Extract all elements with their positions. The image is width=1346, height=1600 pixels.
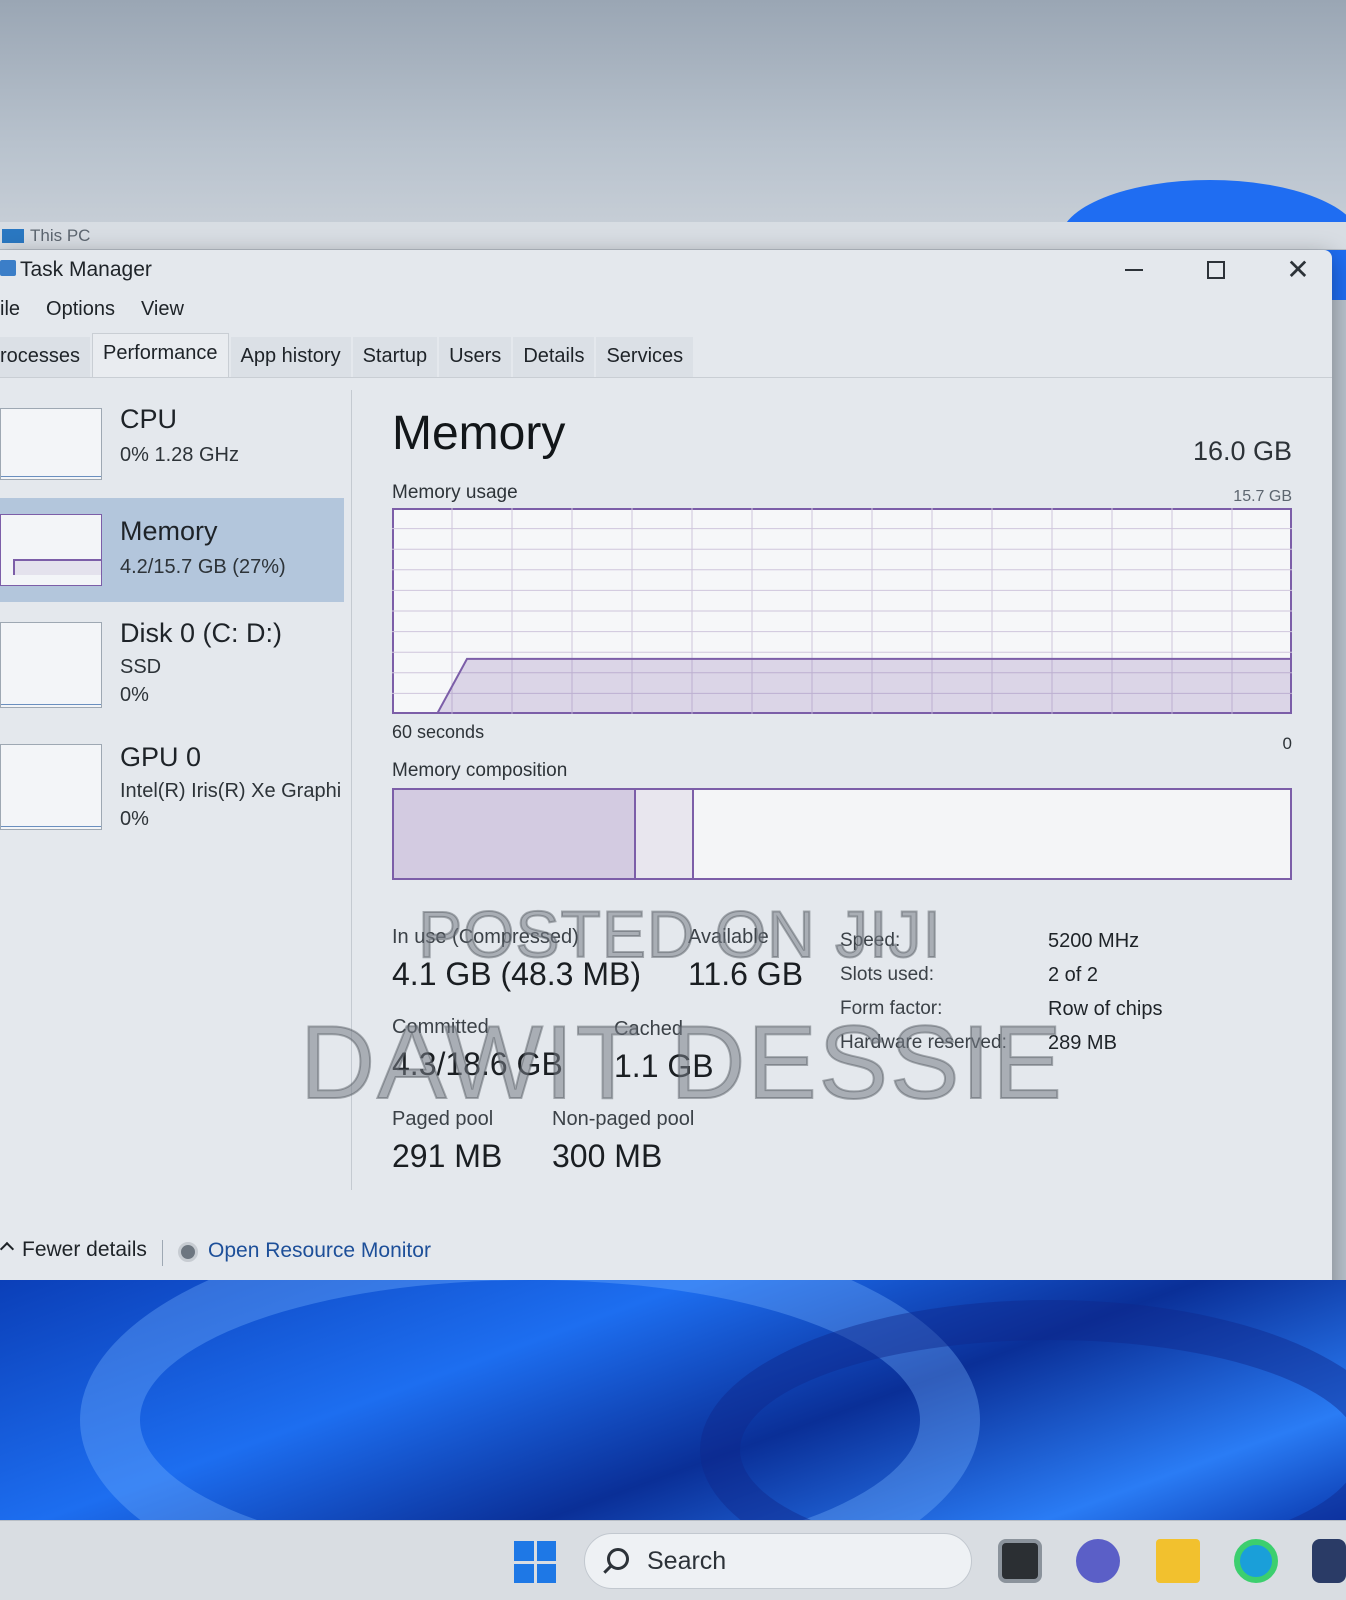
window-title: Task Manager [20,258,152,281]
nonpaged-pool-value: 300 MB [552,1138,663,1174]
memory-usage-svg [392,508,1292,714]
memory-composition-bar [392,788,1292,880]
start-tile [536,1541,556,1561]
edge-browser-icon[interactable] [1234,1539,1278,1583]
task-view-icon[interactable] [998,1539,1042,1583]
chat-icon[interactable] [1076,1539,1120,1583]
memory-usage-chart [392,508,1292,714]
open-resource-monitor-link[interactable]: Open Resource Monitor [208,1239,431,1263]
taskbar: Search [0,1520,1346,1600]
menu-file[interactable]: ile [0,294,33,328]
close-button[interactable]: ✕ [1258,250,1338,290]
cpu-thumbnail-graph [0,408,102,480]
background-window-title: This PC [30,226,91,245]
watermark-line-2: DAWIT DESSIE [299,1004,1064,1122]
start-tile [536,1563,556,1583]
footer-divider [162,1240,163,1266]
sidebar-item-detail: SSD [120,656,162,678]
maximize-button[interactable] [1176,250,1256,290]
gpu-thumbnail-line [1,826,101,827]
disk-thumbnail-graph [0,622,102,708]
fewer-details-button[interactable]: Fewer details [22,1238,147,1262]
minimize-button[interactable] [1094,250,1174,290]
memory-usage-area [392,658,1292,714]
paged-pool-value: 291 MB [392,1138,503,1174]
task-manager-window: Task Manager ✕ ile Options View rocesses… [0,250,1332,1328]
memory-composition-label: Memory composition [392,760,568,781]
tab-services[interactable]: Services [596,337,694,377]
chevron-up-icon [0,1241,15,1257]
sidebar-item-gpu[interactable]: GPU 0 Intel(R) Iris(R) Xe Graphi 0% [0,734,344,844]
composition-modified-segment [636,790,694,878]
sidebar-item-detail: Intel(R) Iris(R) Xe Graphi [120,780,342,802]
desktop-wallpaper-bottom [0,1280,1346,1520]
task-manager-icon [0,260,16,276]
sidebar-item-name: GPU 0 [120,742,202,772]
sidebar-item-cpu[interactable]: CPU 0% 1.28 GHz [0,390,344,490]
minimize-icon [1125,269,1143,271]
sidebar-item-memory[interactable]: Memory 4.2/15.7 GB (27%) [0,498,344,602]
memory-thumbnail-line [13,559,101,575]
form-factor-value: Row of chips [1048,998,1163,1020]
sidebar-item-detail: 0% 1.28 GHz [120,444,239,466]
file-explorer-icon[interactable] [1156,1539,1200,1583]
cpu-thumbnail-line [1,476,101,477]
tab-app-history[interactable]: App history [230,337,351,377]
gpu-thumbnail-graph [0,744,102,830]
memory-usage-label: Memory usage [392,482,518,503]
composition-in-use-segment [394,790,636,878]
sidebar-item-disk[interactable]: Disk 0 (C: D:) SSD 0% [0,612,344,722]
sidebar-item-name: Disk 0 (C: D:) [120,618,282,648]
memory-thumbnail-graph [0,514,102,586]
menu-view[interactable]: View [128,294,197,328]
page-title: Memory [392,407,566,460]
this-pc-icon [2,229,24,243]
menu-options[interactable]: Options [33,294,128,328]
tab-users[interactable]: Users [439,337,512,377]
background-window-titlebar[interactable]: This PC [0,222,1346,250]
tab-performance[interactable]: Performance [92,333,229,377]
tab-details[interactable]: Details [513,337,595,377]
sidebar-item-detail: 4.2/15.7 GB (27%) [120,556,286,578]
chart-axis-right-label: 0 [1282,734,1292,753]
sidebar-item-name: CPU [120,404,178,434]
sidebar-item-name: Memory [120,516,218,546]
start-button[interactable] [514,1541,556,1583]
tab-bar: rocesses Performance App history Startup… [0,333,1332,378]
total-memory: 16.0 GB [1192,436,1292,466]
taskbar-search-box[interactable]: Search [584,1533,972,1589]
watermark-line-1: POSTED ON JIJI [417,896,942,972]
memory-usage-max: 15.7 GB [1233,488,1292,505]
titlebar: Task Manager ✕ [0,250,1332,290]
store-icon[interactable] [1312,1539,1346,1583]
chart-axis-left-label: 60 seconds [392,722,485,742]
window-footer: Fewer details Open Resource Monitor [0,1230,1332,1274]
speed-value: 5200 MHz [1048,930,1140,952]
close-icon: ✕ [1286,254,1310,285]
tab-startup[interactable]: Startup [352,337,438,377]
resource-monitor-icon [178,1242,198,1262]
search-placeholder: Search [647,1547,727,1575]
start-tile [514,1563,534,1583]
start-tile [514,1541,534,1561]
tab-processes[interactable]: rocesses [0,337,91,377]
disk-thumbnail-line [1,704,101,705]
menu-bar: ile Options View [0,294,197,328]
sidebar-item-usage: 0% [120,808,149,830]
search-icon [607,1548,629,1570]
sidebar-item-usage: 0% [120,684,149,706]
maximize-icon [1207,261,1225,279]
